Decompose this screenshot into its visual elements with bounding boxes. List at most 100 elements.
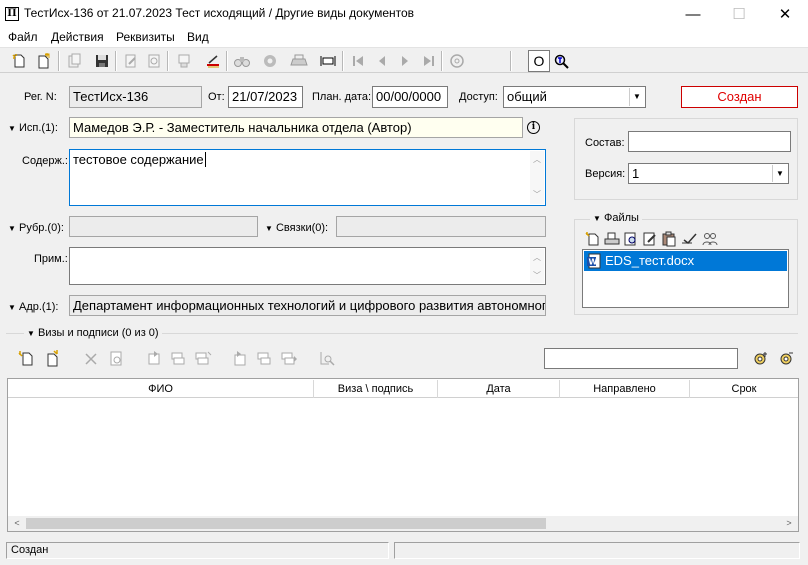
add-file-icon[interactable] [585, 231, 601, 247]
visa-replace-icon[interactable] [280, 350, 298, 368]
menu-bar: Файл Действия Реквизиты Вид [0, 28, 808, 47]
list-item[interactable]: W EDS_тест.docx [584, 251, 787, 271]
send-visa-icon[interactable] [146, 350, 164, 368]
print-icon[interactable] [288, 50, 310, 72]
column-date[interactable]: Дата [438, 380, 560, 398]
toggle-o-button[interactable]: O [528, 50, 550, 72]
reg-number-field[interactable]: ТестИсх-136 [69, 86, 202, 108]
files-header-text: Файлы [603, 212, 639, 224]
first-record-icon[interactable] [347, 50, 369, 72]
info-icon[interactable]: i [527, 121, 540, 134]
composition-field[interactable] [628, 131, 791, 152]
gear-icon[interactable] [259, 50, 281, 72]
new-document-icon[interactable] [8, 50, 30, 72]
visa-settings-alt-icon[interactable] [778, 350, 796, 368]
sign-doc-icon[interactable] [202, 50, 224, 72]
scroll-right-icon[interactable]: > [782, 516, 796, 531]
scroll-down-icon[interactable]: ﹀ [533, 186, 541, 204]
column-width-icon[interactable] [317, 50, 339, 72]
rubr-field[interactable] [69, 216, 258, 237]
paste-file-icon[interactable] [661, 231, 677, 247]
search-visa-icon[interactable] [318, 350, 336, 368]
isp-label[interactable]: ▼ Исп.(1): [8, 122, 58, 134]
isp-field[interactable]: Мамедов Э.Р. - Заместитель начальника от… [69, 117, 523, 138]
composition-label: Состав: [585, 137, 625, 149]
addr-field[interactable]: Департамент информационных технологий и … [69, 295, 546, 316]
menu-file[interactable]: Файл [2, 29, 44, 45]
column-fio[interactable]: ФИО [8, 380, 314, 398]
save-icon[interactable] [91, 50, 113, 72]
scroll-up-icon[interactable]: ︿ [533, 249, 541, 267]
access-label: Доступ: [459, 91, 498, 103]
note-textarea[interactable]: ︿ ﹀ [69, 247, 546, 285]
sign-file-icon[interactable] [680, 231, 698, 247]
scroll-up-icon[interactable]: ︿ [533, 151, 541, 169]
new-copy-icon[interactable] [33, 50, 55, 72]
links-label-text: Связки(0): [275, 222, 329, 234]
scroll-left-icon[interactable]: < [10, 516, 24, 531]
visa-up-icon[interactable] [194, 350, 212, 368]
file-users-icon[interactable] [701, 231, 719, 247]
links-label[interactable]: ▼ Связки(0): [265, 222, 328, 234]
addr-label-text: Адр.(1): [18, 301, 59, 313]
maximize-button[interactable]: ☐ [716, 0, 762, 28]
find-user-icon[interactable] [551, 50, 573, 72]
from-date-field[interactable]: 21/07/2023 [228, 86, 303, 108]
add-visa-icon[interactable] [18, 350, 36, 368]
column-visa[interactable]: Виза \ подпись [314, 380, 438, 398]
view-visa-icon[interactable] [108, 350, 126, 368]
files-list[interactable]: W EDS_тест.docx [582, 249, 789, 308]
menu-view[interactable]: Вид [181, 29, 215, 45]
chevron-down-icon[interactable]: ▼ [629, 88, 644, 106]
column-sent[interactable]: Направлено [560, 380, 690, 398]
mail-icon[interactable] [446, 50, 468, 72]
close-button[interactable]: ✕ [762, 0, 808, 28]
content-textarea[interactable]: тестовое содержание ︿ ﹀ [69, 149, 546, 206]
toolbar-separator [115, 51, 117, 71]
register-doc-icon[interactable] [173, 50, 195, 72]
scroll-down-icon[interactable]: ﹀ [533, 267, 541, 284]
add-visa-copy-icon[interactable] [44, 350, 62, 368]
last-record-icon[interactable] [418, 50, 440, 72]
plan-date-field[interactable]: 00/00/0000 [372, 86, 448, 108]
minimize-button[interactable]: — [670, 0, 716, 28]
visa-move-icon[interactable] [232, 350, 250, 368]
files-toolbar [585, 231, 725, 247]
visa-settings-icon[interactable] [752, 350, 770, 368]
toolbar: O [0, 47, 808, 73]
edit-file-icon[interactable] [642, 231, 658, 247]
rubr-label[interactable]: ▼ Рубр.(0): [8, 222, 64, 234]
next-record-icon[interactable] [394, 50, 416, 72]
menu-requisites[interactable]: Реквизиты [110, 29, 181, 45]
view-file-icon[interactable] [623, 231, 639, 247]
scan-file-icon[interactable] [604, 231, 620, 247]
delete-visa-icon[interactable] [82, 350, 100, 368]
preview-doc-icon[interactable] [143, 50, 165, 72]
access-select[interactable]: общий ▼ [503, 86, 646, 108]
isp-label-text: Исп.(1): [18, 122, 58, 134]
scroll-thumb[interactable] [26, 518, 546, 529]
app-icon[interactable]: П [5, 7, 19, 21]
visas-table[interactable] [7, 378, 799, 532]
menu-actions[interactable]: Действия [45, 29, 110, 45]
note-scrollbar[interactable]: ︿ ﹀ [530, 249, 544, 283]
links-field[interactable] [336, 216, 546, 237]
addr-label[interactable]: ▼ Адр.(1): [8, 301, 58, 313]
visa-order-icon[interactable] [256, 350, 274, 368]
copy-doc-icon[interactable] [63, 50, 85, 72]
visa-down-icon[interactable] [170, 350, 188, 368]
expand-triangle-icon: ▼ [265, 224, 273, 233]
binoculars-icon[interactable] [231, 50, 253, 72]
version-select[interactable]: 1 ▼ [628, 163, 789, 184]
visas-search-input[interactable] [544, 348, 738, 369]
content-scrollbar[interactable]: ︿ ﹀ [530, 151, 544, 204]
edit-doc-icon[interactable] [120, 50, 142, 72]
files-header[interactable]: ▼ Файлы [590, 212, 642, 224]
column-deadline[interactable]: Срок [690, 380, 798, 398]
statusbar-right [394, 542, 800, 559]
status-badge: Создан [681, 86, 798, 108]
visas-header[interactable]: ▼ Визы и подписи (0 из 0) [24, 327, 162, 339]
visas-table-hscrollbar[interactable]: < > [8, 516, 798, 531]
prev-record-icon[interactable] [371, 50, 393, 72]
chevron-down-icon[interactable]: ▼ [772, 165, 787, 182]
